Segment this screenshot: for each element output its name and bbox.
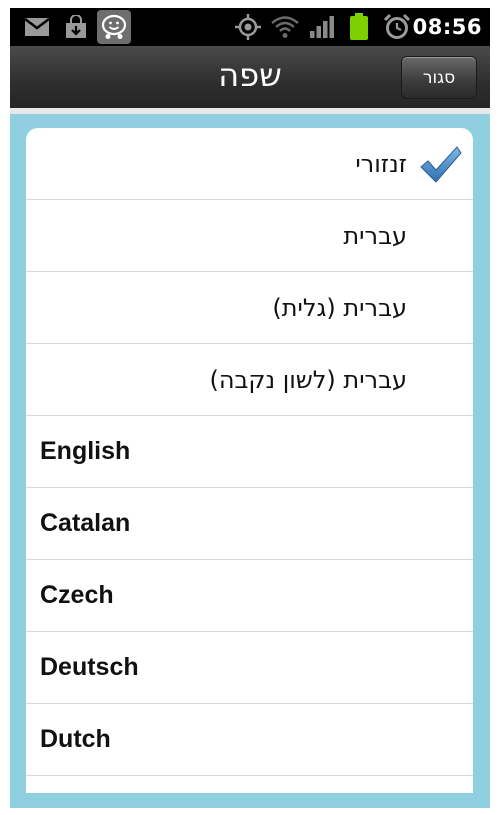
wifi-icon [270, 13, 300, 41]
language-label: עברית [343, 221, 407, 250]
download-icon [64, 13, 88, 41]
language-label: עברית (לשון נקבה) [209, 365, 407, 394]
bottom-edge [0, 808, 499, 815]
language-label: Czech [40, 581, 114, 609]
language-list: זנזורי עברית עברית (גלית) עברית (לשון נק… [26, 128, 473, 793]
language-item-deutsch[interactable]: Deutsch [26, 632, 473, 704]
waze-icon [97, 10, 131, 44]
close-button[interactable]: סגור [401, 56, 477, 99]
language-item-hebrew-feminine[interactable]: עברית (לשון נקבה) [26, 344, 473, 416]
language-item-english[interactable]: English [26, 416, 473, 488]
language-label: Dutch [40, 725, 111, 753]
alarm-icon [383, 13, 411, 41]
language-label: Deutsch [40, 653, 139, 681]
language-item-hebrew[interactable]: עברית [26, 200, 473, 272]
language-label: זנזורי [355, 149, 407, 178]
language-item-czech[interactable]: Czech [26, 560, 473, 632]
signal-icon [309, 13, 335, 41]
checkmark-icon [419, 142, 463, 186]
language-item-catalan[interactable]: Catalan [26, 488, 473, 560]
language-item-hebrew-galit[interactable]: עברית (גלית) [26, 272, 473, 344]
language-item-dutch[interactable]: Dutch [26, 704, 473, 776]
clock: 08:56 [412, 15, 482, 39]
gmail-icon [24, 13, 50, 41]
gps-icon [234, 13, 262, 41]
language-label: English [40, 437, 131, 465]
title-bar: שפה סגור [10, 46, 490, 109]
language-item-zanzuri[interactable]: זנזורי [26, 128, 473, 200]
language-label: עברית (גלית) [272, 293, 407, 322]
status-bar: 08:56 [10, 8, 490, 46]
battery-icon [348, 13, 370, 41]
language-label: Catalan [40, 509, 131, 537]
